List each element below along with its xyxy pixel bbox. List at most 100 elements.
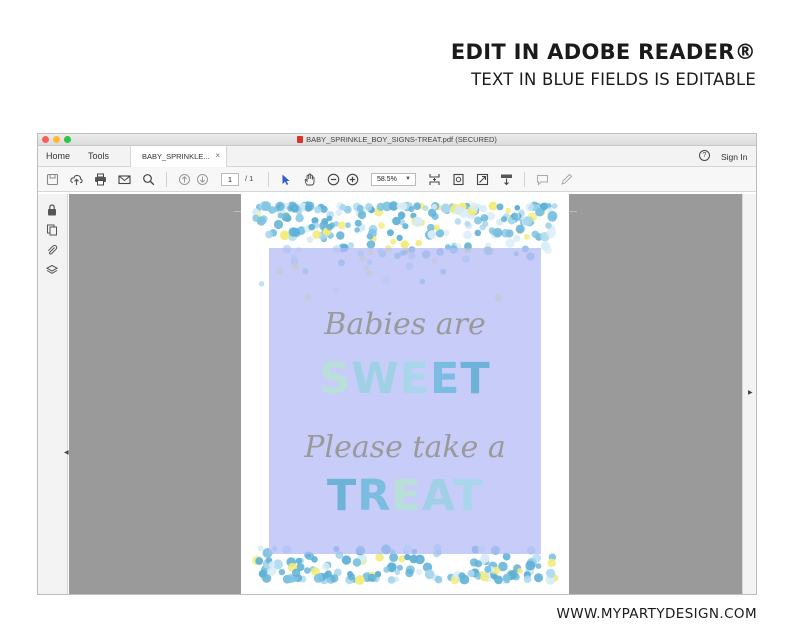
comment-icon[interactable] [536,173,549,186]
tab-bar: Home Tools BABY_SPRINKLE... × ? Sign In [38,146,756,167]
confetti-dot [354,575,365,585]
upload-icon[interactable] [70,173,83,186]
confetti-dot [259,215,268,223]
page-up-icon[interactable] [178,173,191,186]
confetti-dot [252,214,260,222]
confetti-dot [511,212,519,220]
tab-document[interactable]: BABY_SPRINKLE... × [130,146,227,167]
sign-in-button[interactable]: Sign In [721,152,747,162]
zoom-level-value: 58.5% [377,176,397,183]
confetti-dot [376,202,385,211]
confetti-dot [502,573,511,582]
confetti-dot [535,207,544,217]
confetti-dot [469,558,479,567]
confetti-dot [281,212,291,222]
promo-subheadline: TEXT IN BLUE FIELDS IS EDITABLE [471,70,756,89]
website-url: WWW.MYPARTYDESIGN.COM [556,606,757,622]
confetti-dot [336,231,345,240]
window-title-text: BABY_SPRINKLE_BOY_SIGNS-TREAT.pdf (SECUR… [306,135,497,144]
confetti-dot [415,568,423,576]
zoom-level-select[interactable]: 58.5% ▼ [371,173,416,186]
promo-headline-block: EDIT IN ADOBE READER® TEXT IN BLUE FIELD… [451,40,756,89]
confetti-dot [523,233,530,240]
confetti-dot [291,568,301,577]
sign-letter: E [399,354,431,404]
confetti-dot [551,203,558,209]
confetti-dot [469,202,479,212]
confetti-dot [324,570,332,578]
sign-letter: S [319,354,352,404]
confetti-dot [339,204,346,211]
confetti-dot [501,228,510,238]
attachment-icon[interactable] [46,244,58,256]
pages-icon[interactable] [46,224,58,236]
sign-letter: T [326,471,358,521]
confetti-dot [356,204,364,212]
confetti-dot [352,558,362,567]
help-icon[interactable]: ? [699,150,710,161]
confetti-dot [354,219,362,227]
confetti-dot [427,230,437,239]
save-icon[interactable] [46,173,59,186]
confetti-dot [295,557,303,565]
pdf-file-icon [297,136,304,143]
confetti-dot [252,208,260,216]
confetti-dot [367,573,376,582]
confetti-dot [313,573,323,583]
page-number-input[interactable]: 1 [221,173,239,186]
document-viewer[interactable]: Babies are SWEET Please take a TREAT [69,194,742,594]
confetti-dot [308,223,316,231]
mail-icon[interactable] [118,173,131,186]
expand-right-panel-icon[interactable]: ▶ [748,389,753,396]
sign-letter: T [452,471,484,521]
confetti-dot [505,207,512,214]
confetti-dot [293,229,301,238]
page-down-icon[interactable] [196,173,209,186]
confetti-dot [366,233,374,240]
confetti-dot [463,230,472,240]
confetti-dot [394,569,401,576]
search-icon[interactable] [142,173,155,186]
sign-letter: R [357,471,392,521]
tab-close-icon[interactable]: × [215,151,220,160]
confetti-dot [273,219,284,230]
pen-icon[interactable] [560,173,573,186]
tab-home[interactable]: Home [46,151,70,161]
confetti-dot [547,211,558,221]
confetti-dot [413,217,423,227]
confetti-dot [422,205,429,212]
confetti-dot [290,203,300,213]
confetti-dot [326,215,333,222]
lock-icon[interactable] [46,204,58,216]
hand-icon[interactable] [303,173,316,186]
crop-icon[interactable] [428,173,441,186]
zoom-in-icon[interactable] [346,173,359,186]
confetti-dot [532,553,542,563]
select-arrow-icon[interactable] [279,173,292,186]
sign-line-please-take-a: Please take a [304,430,506,465]
confetti-dot [396,234,403,242]
sign-letter: A [421,471,453,521]
sign-letter: E [391,471,422,521]
expand-left-panel-icon[interactable]: ◀ [64,449,69,456]
layers-icon[interactable] [46,264,58,276]
confetti-dot [531,230,539,238]
confetti-dot [440,203,451,214]
confetti-dot [547,558,556,568]
scroll-icon[interactable] [500,173,513,186]
print-icon[interactable] [94,173,107,186]
zoom-out-icon[interactable] [327,173,340,186]
confetti-dot [257,545,264,552]
sign-word-treat: TREAT [269,471,541,521]
confetti-dot [488,201,498,211]
confetti-dot [484,565,492,573]
tab-tools[interactable]: Tools [88,151,109,161]
confetti-dot [375,553,384,562]
confetti-dot [258,569,267,578]
confetti-dot [515,224,525,234]
right-panel-rail: ▶ [742,194,756,594]
rotate-icon[interactable] [452,173,465,186]
confetti-dot [464,220,471,227]
fit-icon[interactable] [476,173,489,186]
confetti-dot [275,201,285,211]
